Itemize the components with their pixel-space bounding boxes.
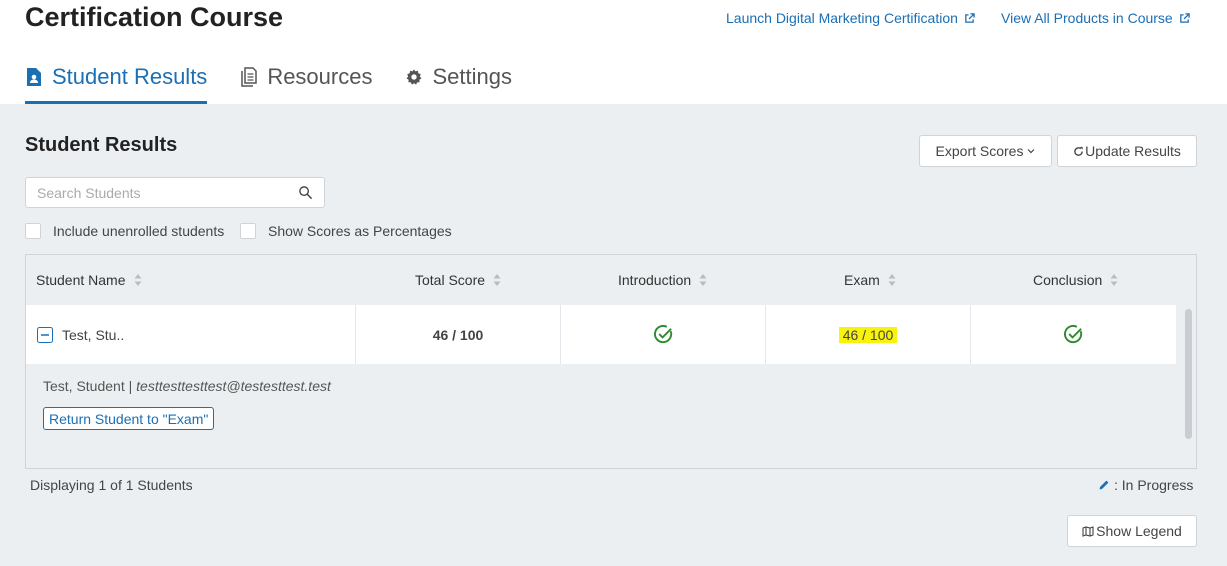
update-results-label: Update Results [1085, 143, 1181, 159]
column-label: Total Score [415, 272, 486, 288]
student-results-panel: Student Results Export Scores Update Res… [0, 104, 1227, 566]
column-header-exam[interactable]: Exam [844, 255, 896, 305]
student-full-name: Test, Student | [43, 378, 133, 394]
update-results-button[interactable]: Update Results [1057, 135, 1197, 167]
chevron-down-icon [1028, 149, 1035, 154]
tab-resources[interactable]: Resources [240, 56, 372, 104]
sort-icon [493, 274, 501, 286]
show-percentages-checkbox[interactable] [240, 223, 256, 239]
column-label: Exam [844, 272, 880, 288]
launch-certification-link[interactable]: Launch Digital Marketing Certification [726, 10, 975, 26]
total-score-value: 46 / 100 [432, 326, 484, 343]
check-circle-icon [653, 325, 672, 344]
page-title: Certification Course [25, 2, 284, 32]
export-scores-button[interactable]: Export Scores [919, 135, 1052, 167]
column-header-total-score[interactable]: Total Score [415, 255, 501, 305]
show-percentages-option[interactable]: Show Scores as Percentages [240, 223, 452, 239]
sort-icon [134, 274, 141, 286]
tab-bar: Student Results Resources Settings [25, 56, 545, 104]
student-email: testtesttesttest@testesttest.test [136, 378, 331, 394]
refresh-icon [1074, 146, 1083, 156]
launch-link-label: Launch Digital Marketing Certification [726, 10, 958, 26]
check-circle-icon [1064, 325, 1083, 344]
tab-label: Settings [432, 64, 512, 89]
map-icon [1082, 525, 1094, 537]
in-progress-label: : In Progress [1114, 477, 1194, 493]
student-name: Test, Stu.. [62, 326, 125, 343]
page-header: Certification Course Launch Digital Mark… [0, 0, 1227, 104]
search-box [25, 177, 325, 208]
column-header-introduction[interactable]: Introduction [618, 255, 707, 305]
external-link-icon [1179, 12, 1190, 23]
cell-student-name: Test, Stu.. [26, 305, 356, 364]
return-to-exam-button[interactable]: Return Student to "Exam" [43, 407, 215, 430]
displaying-count: Displaying 1 of 1 Students [30, 477, 193, 493]
sort-icon [699, 274, 707, 286]
gear-icon [406, 69, 422, 85]
document-icon [241, 67, 258, 87]
legend-in-progress: : In Progress [1098, 477, 1193, 493]
include-unenrolled-option[interactable]: Include unenrolled students [25, 223, 224, 239]
export-scores-label: Export Scores [935, 143, 1024, 159]
view-products-label: View All Products in Course [1001, 10, 1173, 26]
exam-score-value: 46 / 100 [838, 326, 898, 343]
include-unenrolled-checkbox[interactable] [25, 223, 41, 239]
external-link-icon [965, 12, 975, 23]
table-header: Student Name Total Score Introduction Ex… [26, 255, 1180, 305]
column-label: Introduction [618, 272, 692, 288]
pencil-icon [1099, 480, 1109, 490]
table-scrollbar[interactable] [1180, 255, 1196, 468]
column-label: Student Name [36, 272, 126, 288]
show-percentages-label: Show Scores as Percentages [268, 223, 452, 239]
scroll-thumb[interactable] [1185, 309, 1192, 439]
show-legend-label: Show Legend [1096, 523, 1182, 539]
results-table: Student Name Total Score Introduction Ex… [25, 254, 1197, 469]
table-row: Test, Stu.. 46 / 100 46 / 100 [26, 305, 1176, 364]
include-unenrolled-label: Include unenrolled students [53, 223, 225, 239]
cell-exam[interactable]: 46 / 100 [766, 305, 971, 364]
collapse-icon[interactable] [37, 326, 53, 343]
column-header-conclusion[interactable]: Conclusion [1033, 255, 1118, 305]
search-icon[interactable] [298, 185, 313, 200]
section-title: Student Results [25, 134, 178, 156]
student-detail: Test, Student | testtesttesttest@testest… [26, 364, 1176, 468]
view-products-link[interactable]: View All Products in Course [1001, 10, 1190, 26]
tab-label: Student Results [52, 64, 208, 89]
cell-conclusion[interactable] [971, 305, 1176, 364]
cell-total-score: 46 / 100 [356, 305, 561, 364]
sort-icon [1110, 274, 1118, 286]
show-legend-button[interactable]: Show Legend [1067, 515, 1197, 547]
cell-introduction[interactable] [561, 305, 766, 364]
column-label: Conclusion [1033, 272, 1103, 288]
search-input[interactable] [37, 185, 287, 201]
student-detail-line: Test, Student | testtesttesttest@testest… [43, 378, 331, 394]
sort-icon [888, 274, 896, 286]
tab-student-results[interactable]: Student Results [25, 56, 208, 104]
tab-settings[interactable]: Settings [405, 56, 512, 104]
column-header-student-name[interactable]: Student Name [36, 255, 142, 305]
tab-label: Resources [267, 64, 373, 89]
file-person-icon [27, 68, 41, 86]
